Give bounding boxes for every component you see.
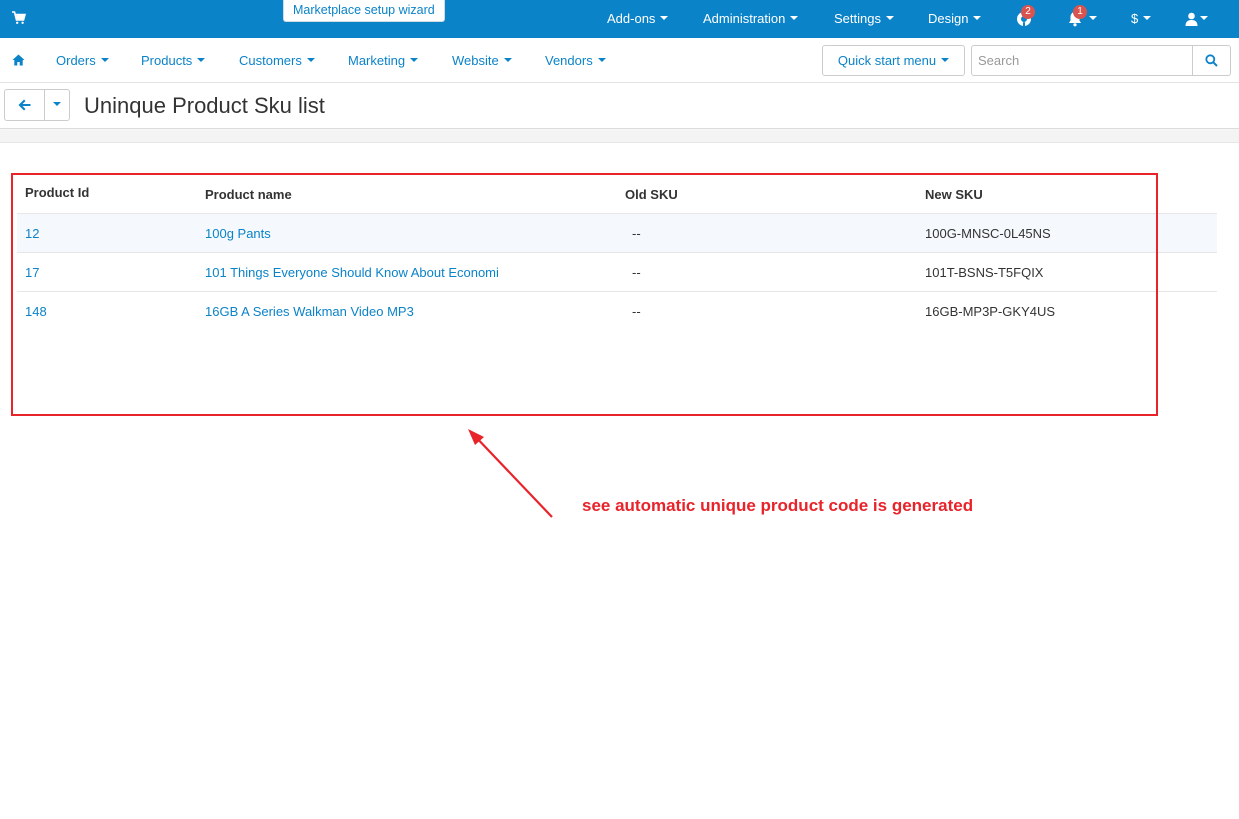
page-title: Uninque Product Sku list — [84, 93, 325, 118]
chevron-down-icon — [973, 15, 982, 20]
notifications-badge: 1 — [1073, 5, 1087, 19]
addons-menu[interactable]: Add-ons — [607, 0, 669, 38]
nav-orders-label: Orders — [56, 53, 96, 68]
chevron-down-icon — [790, 15, 799, 20]
search-icon — [1205, 54, 1218, 67]
header-divider — [0, 130, 1239, 143]
chevron-down-icon — [503, 57, 512, 62]
back-history-dropdown[interactable] — [44, 89, 70, 121]
search-button[interactable] — [1192, 46, 1230, 75]
settings-menu-label: Settings — [834, 11, 881, 26]
user-menu[interactable] — [1185, 11, 1215, 27]
annotation-arrow-icon — [468, 429, 553, 518]
quick-start-label: Quick start menu — [837, 53, 937, 68]
nav-customers[interactable]: Customers — [239, 38, 315, 83]
user-icon — [1185, 12, 1198, 26]
nav-vendors-label: Vendors — [545, 53, 593, 68]
chevron-down-icon — [885, 15, 894, 20]
cart-icon[interactable] — [12, 11, 26, 25]
chevron-down-icon — [53, 101, 61, 106]
chevron-down-icon — [197, 57, 206, 62]
addons-menu-label: Add-ons — [607, 11, 656, 26]
nav-products-label: Products — [141, 53, 193, 68]
chevron-down-icon — [306, 57, 315, 62]
nav-website[interactable]: Website — [452, 38, 512, 83]
arrow-left-icon — [18, 99, 31, 111]
nav-website-label: Website — [452, 53, 499, 68]
design-menu-label: Design — [928, 11, 969, 26]
chevron-down-icon — [1143, 15, 1152, 20]
home-icon[interactable] — [12, 54, 25, 66]
nav-vendors[interactable]: Vendors — [545, 38, 606, 83]
administration-menu[interactable]: Administration — [703, 0, 799, 38]
help-badge: 2 — [1021, 5, 1035, 19]
search-input[interactable] — [972, 46, 1192, 75]
nav-products[interactable]: Products — [141, 38, 206, 83]
chevron-down-icon — [597, 57, 606, 62]
settings-menu[interactable]: Settings — [834, 0, 894, 38]
chevron-down-icon — [410, 57, 419, 62]
back-button[interactable] — [4, 89, 45, 121]
page-header: Uninque Product Sku list — [0, 83, 1239, 129]
chevron-down-icon — [100, 57, 109, 62]
chevron-down-icon — [941, 57, 950, 62]
design-menu[interactable]: Design — [928, 0, 982, 38]
nav-marketing[interactable]: Marketing — [348, 38, 419, 83]
administration-menu-label: Administration — [703, 11, 786, 26]
quick-start-menu-button[interactable]: Quick start menu — [822, 45, 965, 76]
nav-customers-label: Customers — [239, 53, 302, 68]
marketplace-setup-wizard-button[interactable]: Marketplace setup wizard — [283, 0, 445, 22]
currency-label: $ — [1131, 11, 1139, 26]
currency-menu[interactable]: $ — [1131, 0, 1152, 38]
search-box — [971, 45, 1231, 76]
chevron-down-icon — [660, 15, 669, 20]
chevron-down-icon — [1200, 16, 1208, 20]
annotation-text: see automatic unique product code is gen… — [582, 496, 974, 515]
highlight-box — [11, 173, 1158, 416]
chevron-down-icon — [1089, 16, 1097, 20]
top-bar: Marketplace setup wizard Add-ons Adminis… — [0, 0, 1239, 38]
nav-marketing-label: Marketing — [348, 53, 406, 68]
nav-orders[interactable]: Orders — [56, 38, 109, 83]
